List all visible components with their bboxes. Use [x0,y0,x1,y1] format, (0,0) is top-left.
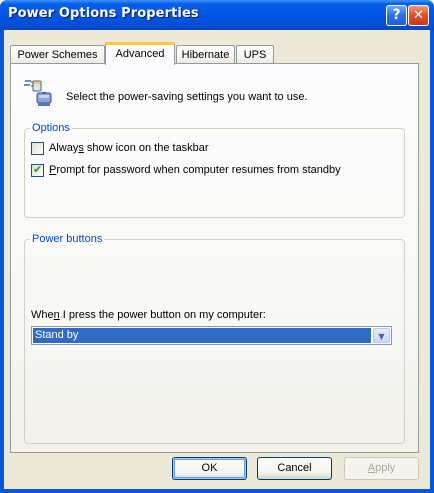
apply-button[interactable]: Apply [344,457,419,480]
tab-label: Advanced [115,48,165,60]
show-icon-label[interactable]: Always show icon on the taskbar [49,142,209,154]
tab-label: Power Schemes [17,49,98,61]
power-button-action-value: Stand by [33,328,371,343]
power-button-action-select[interactable]: Stand by ▼ [31,326,392,345]
prompt-password-checkbox[interactable]: ✔ [31,163,44,177]
tab-ups[interactable]: UPS [236,45,274,65]
power-settings-icon [24,80,52,106]
dialog-client-area: Power Schemes Advanced Hibernate UPS Sel… [4,30,430,489]
close-icon: ✕ [413,8,424,23]
ok-button[interactable]: OK [172,457,247,480]
intro-text: Select the power-saving settings you wan… [66,91,308,103]
tab-advanced[interactable]: Advanced [105,42,175,65]
power-buttons-group-title: Power buttons [30,233,105,245]
checkmark-icon: ✔ [33,163,43,176]
window-title: Power Options Properties [8,6,199,21]
title-bar[interactable]: Power Options Properties ? ✕ [0,0,434,30]
advanced-tab-panel: Select the power-saving settings you wan… [10,63,419,453]
show-icon-checkbox[interactable] [31,142,44,155]
help-icon: ? [392,7,401,23]
tab-power-schemes[interactable]: Power Schemes [10,45,105,65]
tab-label: UPS [243,49,267,61]
power-options-window: Power Options Properties ? ✕ Power Schem… [0,0,434,493]
tab-hibernate[interactable]: Hibernate [176,45,235,65]
tab-label: Hibernate [181,49,230,61]
close-button[interactable]: ✕ [408,5,429,26]
cancel-button[interactable]: Cancel [257,457,332,480]
chevron-down-icon[interactable]: ▼ [373,328,390,343]
power-button-label: When I press the power button on my comp… [31,309,266,321]
options-group-title: Options [30,122,72,134]
prompt-password-label[interactable]: Prompt for password when computer resume… [49,164,341,176]
help-button[interactable]: ? [386,5,407,26]
